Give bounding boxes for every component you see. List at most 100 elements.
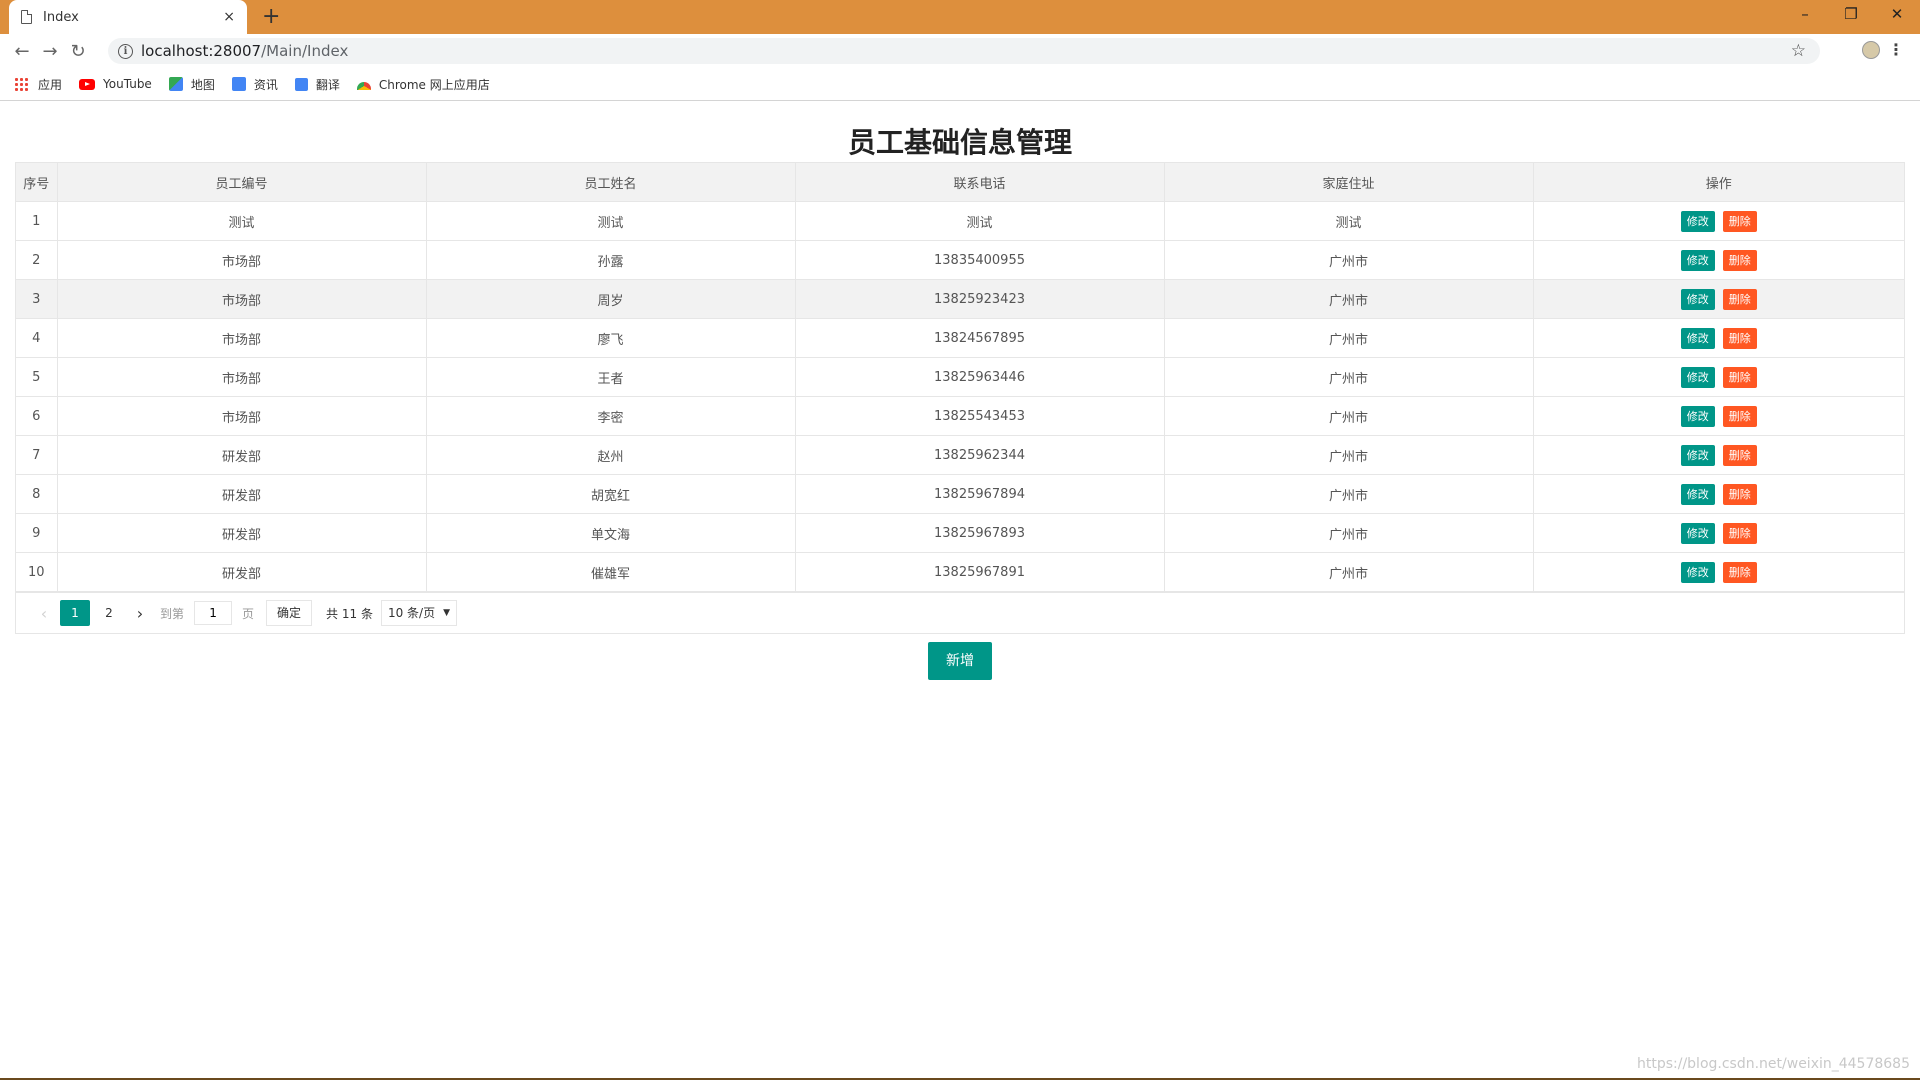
reload-icon[interactable]: ↻ [64, 41, 92, 62]
bookmarks-bar: 应用 YouTube 地图 资讯 翻译 Chrome 网上应用店 [0, 68, 1920, 101]
cell-employee-name: 胡宽红 [425, 474, 796, 514]
info-icon[interactable]: i [118, 43, 133, 59]
edit-button[interactable]: 修改 [1680, 249, 1715, 271]
forward-arrow-icon[interactable]: → [36, 41, 64, 62]
prev-page-icon[interactable]: ‹ [30, 604, 58, 623]
table-row: 10 研发部 催雄军 13825967891 广州市 修改 删除 [16, 552, 1904, 592]
page-content: 员工基础信息管理 [0, 101, 1920, 163]
bookmark-translate[interactable]: 翻译 [294, 76, 340, 93]
page-size-select[interactable]: 10 条/页 ▼ [380, 600, 458, 626]
table-row: 7 研发部 赵州 13825962344 广州市 修改 删除 [16, 435, 1904, 475]
browser-titlebar: Index × + – ❐ ✕ [0, 0, 1920, 34]
cell-address: 广州市 [1163, 279, 1534, 319]
delete-button[interactable]: 删除 [1722, 249, 1757, 271]
cell-address: 广州市 [1163, 240, 1534, 280]
cell-index: 1 [16, 201, 58, 241]
bookmark-news[interactable]: 资讯 [231, 76, 278, 93]
edit-button[interactable]: 修改 [1680, 288, 1715, 310]
edit-button[interactable]: 修改 [1680, 522, 1715, 544]
cell-address: 广州市 [1163, 474, 1534, 514]
cell-index: 3 [16, 279, 58, 319]
url-host: localhost:28007 [141, 42, 262, 60]
cell-actions: 修改 删除 [1532, 474, 1904, 514]
delete-button[interactable]: 删除 [1722, 561, 1757, 583]
add-button[interactable]: 新增 [928, 642, 992, 680]
maps-icon [168, 77, 183, 91]
cell-phone: 13835400955 [794, 240, 1165, 280]
table-row: 4 市场部 廖飞 13824567895 广州市 修改 删除 [16, 318, 1904, 358]
cell-employee-name: 李密 [425, 396, 796, 436]
bookmark-maps[interactable]: 地图 [168, 76, 215, 93]
bookmark-youtube[interactable]: YouTube [79, 77, 152, 91]
cell-index: 9 [16, 513, 58, 553]
tab-close-button[interactable]: × [223, 9, 235, 25]
youtube-icon [79, 78, 96, 90]
minimize-button[interactable]: – [1782, 0, 1828, 30]
goto-confirm-button[interactable]: 确定 [266, 600, 313, 626]
profile-avatar-icon[interactable] [1862, 41, 1880, 59]
edit-button[interactable]: 修改 [1680, 561, 1715, 583]
edit-button[interactable]: 修改 [1680, 327, 1715, 349]
delete-button[interactable]: 删除 [1722, 522, 1757, 544]
cell-employee-id: 研发部 [56, 474, 427, 514]
goto-label: 到第 [160, 606, 185, 621]
restore-button[interactable]: ❐ [1828, 0, 1874, 30]
cell-phone: 13825543453 [794, 396, 1165, 436]
table-row: 1 测试 测试 测试 测试 修改 删除 [16, 201, 1904, 241]
delete-button[interactable]: 删除 [1722, 483, 1757, 505]
edit-button[interactable]: 修改 [1680, 366, 1715, 388]
address-bar[interactable]: i localhost:28007/Main/Index ☆ [108, 38, 1820, 64]
next-page-icon[interactable]: › [126, 604, 154, 623]
cell-index: 10 [16, 552, 58, 592]
browser-tab[interactable]: Index × [9, 0, 247, 34]
cell-actions: 修改 删除 [1532, 552, 1904, 592]
bookmark-label: 翻译 [315, 77, 340, 92]
bookmark-apps[interactable]: 应用 [14, 76, 62, 93]
header-employee-name: 员工姓名 [425, 163, 796, 202]
cell-employee-name: 催雄军 [425, 552, 796, 592]
new-tab-button[interactable]: + [262, 4, 280, 30]
cell-address: 广州市 [1163, 357, 1534, 397]
delete-button[interactable]: 删除 [1722, 405, 1757, 427]
bookmark-webstore[interactable]: Chrome 网上应用店 [356, 76, 490, 93]
cell-actions: 修改 删除 [1532, 318, 1904, 358]
cell-employee-id: 市场部 [56, 318, 427, 358]
cell-employee-id: 研发部 [56, 513, 427, 553]
bookmark-star-icon[interactable]: ☆ [1791, 41, 1806, 61]
table-row: 9 研发部 单文海 13825967893 广州市 修改 删除 [16, 513, 1904, 553]
cell-employee-name: 周岁 [425, 279, 796, 319]
cell-index: 6 [16, 396, 58, 436]
edit-button[interactable]: 修改 [1680, 444, 1715, 466]
goto-page-input[interactable] [194, 601, 233, 625]
header-actions: 操作 [1532, 163, 1904, 202]
page-button-1[interactable]: 1 [60, 600, 90, 626]
cell-index: 7 [16, 435, 58, 475]
cell-employee-name: 赵州 [425, 435, 796, 475]
bookmark-label: 应用 [38, 77, 63, 92]
page-button-2[interactable]: 2 [94, 600, 124, 626]
cell-employee-name: 廖飞 [425, 318, 796, 358]
bookmark-label: 地图 [190, 77, 215, 92]
employee-table: 序号 员工编号 员工姓名 联系电话 家庭住址 操作 1 测试 测试 测试 测试 修改 删除 2… [15, 162, 1905, 634]
bookmark-label: 资讯 [253, 77, 278, 92]
edit-button[interactable]: 修改 [1680, 483, 1715, 505]
table-row: 3 市场部 周岁 13825923423 广州市 修改 删除 [16, 279, 1904, 319]
page-title: 员工基础信息管理 [847, 126, 1072, 159]
delete-button[interactable]: 删除 [1722, 366, 1757, 388]
close-window-button[interactable]: ✕ [1874, 0, 1920, 30]
cell-actions: 修改 删除 [1532, 279, 1904, 319]
delete-button[interactable]: 删除 [1722, 210, 1757, 232]
more-menu-icon[interactable]: ⋮ [1888, 40, 1904, 59]
edit-button[interactable]: 修改 [1680, 405, 1715, 427]
delete-button[interactable]: 删除 [1722, 444, 1757, 466]
url-text[interactable]: localhost:28007/Main/Index [141, 42, 348, 60]
back-arrow-icon[interactable]: ← [8, 41, 36, 62]
edit-button[interactable]: 修改 [1680, 210, 1715, 232]
cell-phone: 13825967893 [794, 513, 1165, 553]
delete-button[interactable]: 删除 [1722, 288, 1757, 310]
delete-button[interactable]: 删除 [1722, 327, 1757, 349]
cell-employee-id: 测试 [56, 201, 427, 241]
cell-actions: 修改 删除 [1532, 513, 1904, 553]
cell-employee-id: 市场部 [56, 279, 427, 319]
cell-employee-id: 市场部 [56, 396, 427, 436]
